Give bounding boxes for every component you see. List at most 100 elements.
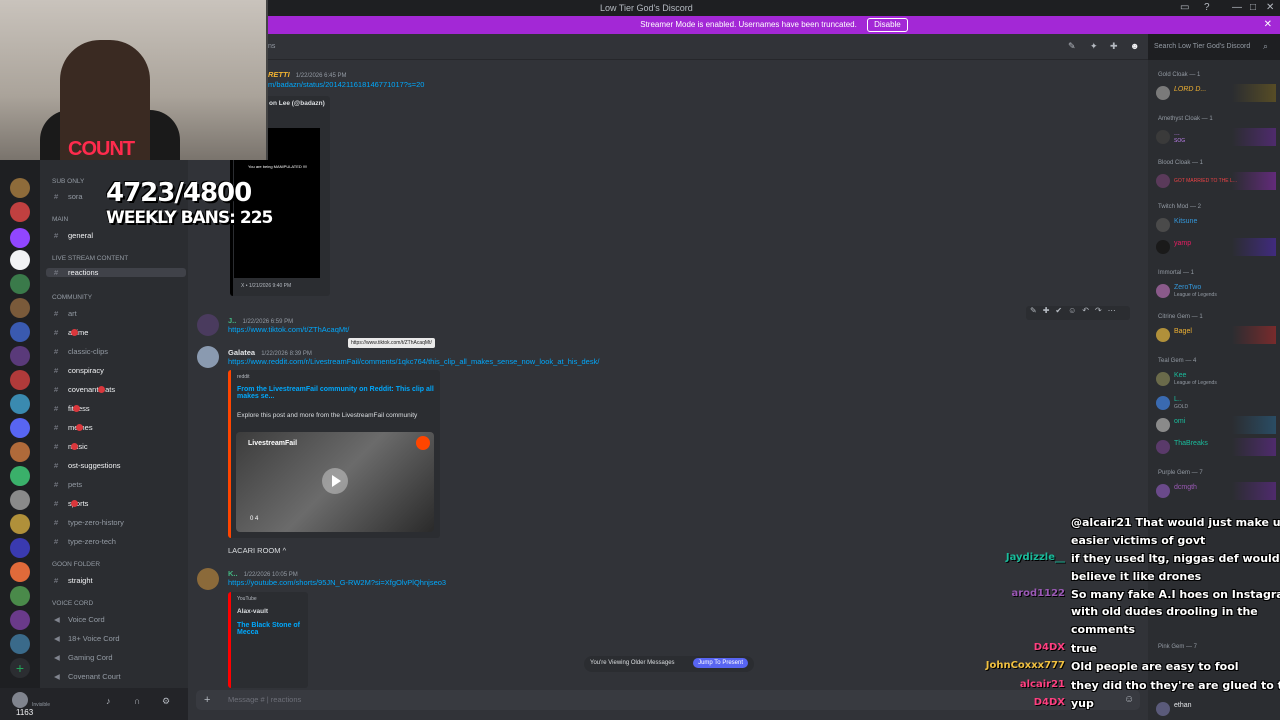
- channel-fitness[interactable]: #fitness: [54, 404, 90, 413]
- category-community[interactable]: COMMUNITY: [52, 294, 92, 301]
- emoji-icon[interactable]: ☺: [1124, 694, 1134, 705]
- server-icon[interactable]: [10, 298, 30, 318]
- member-item[interactable]: dcmgth: [1156, 482, 1276, 500]
- server-icon[interactable]: [10, 418, 30, 438]
- threads-icon[interactable]: ✎: [1068, 41, 1076, 52]
- channel-reactions[interactable]: # reactions: [46, 268, 186, 277]
- message-4-link[interactable]: https://youtube.com/shorts/95JN_G-RW2M?s…: [228, 578, 446, 587]
- channel-classic-clips[interactable]: # classic-clips: [54, 347, 108, 356]
- member-item[interactable]: ThaBreaks: [1156, 438, 1276, 456]
- channel-straight[interactable]: # straight: [54, 576, 93, 585]
- voice-channel[interactable]: ◀ Gaming Cord: [54, 653, 113, 662]
- member-item[interactable]: Bagel: [1156, 326, 1276, 344]
- server-icon[interactable]: [10, 610, 30, 630]
- embed-title-youtube[interactable]: The Black Stone of Mecca: [237, 622, 311, 636]
- server-icon[interactable]: [10, 250, 30, 270]
- member-item[interactable]: ethan: [1156, 700, 1276, 718]
- inbox-icon[interactable]: ▭: [1180, 2, 1189, 13]
- message-3-link[interactable]: https://www.reddit.com/r/LivestreamFail/…: [228, 357, 599, 366]
- server-icon[interactable]: [10, 394, 30, 414]
- server-icon[interactable]: [10, 514, 30, 534]
- pin-icon[interactable]: ✚: [1110, 41, 1118, 52]
- server-icon[interactable]: [10, 228, 30, 248]
- member-item[interactable]: omi: [1156, 416, 1276, 434]
- server-icon[interactable]: [10, 178, 30, 198]
- channel-ost-suggestions[interactable]: # ost-suggestions: [54, 461, 121, 470]
- attach-plus-icon[interactable]: +: [204, 694, 210, 706]
- jump-to-present-button[interactable]: Jump To Present: [693, 658, 748, 668]
- server-icon[interactable]: [10, 322, 30, 342]
- server-icon[interactable]: [10, 466, 30, 486]
- reddit-video-thumbnail[interactable]: LivestreamFail 0 4: [236, 432, 434, 532]
- play-button-icon[interactable]: [322, 468, 348, 494]
- category-voice-cord[interactable]: VOICE CORD: [52, 600, 93, 607]
- category-sub-only[interactable]: SUB ONLY: [52, 178, 84, 185]
- embed-author[interactable]: on Lee (@badazn): [269, 100, 325, 107]
- message-3-avatar[interactable]: [197, 346, 219, 368]
- help-icon[interactable]: ?: [1204, 2, 1210, 13]
- server-icon[interactable]: [10, 442, 30, 462]
- close-window-button[interactable]: ✕: [1266, 2, 1274, 13]
- message-2-avatar[interactable]: [197, 314, 219, 336]
- channel-conspiracy[interactable]: # conspiracy: [54, 366, 104, 375]
- channel-sports[interactable]: # sports: [54, 499, 88, 508]
- maximize-button[interactable]: □: [1250, 2, 1256, 13]
- server-icon[interactable]: [10, 274, 30, 294]
- member-item[interactable]: L.. GOLD: [1156, 394, 1276, 412]
- message-2-author[interactable]: J..: [228, 316, 236, 325]
- message-2-link[interactable]: https://www.tiktok.com/t/ZThAcaqMt/: [228, 325, 349, 334]
- channel-music[interactable]: # music: [54, 442, 88, 451]
- voice-channel[interactable]: ◀ Voice Cord: [54, 615, 105, 624]
- server-icon[interactable]: [10, 202, 30, 222]
- member-item[interactable]: ... SOG: [1156, 128, 1276, 146]
- server-icon[interactable]: [10, 346, 30, 366]
- message-1-link[interactable]: m/badazn/status/2014211618146771017?s=20: [268, 80, 424, 89]
- avatar[interactable]: [12, 692, 28, 708]
- channel-general[interactable]: # general: [54, 231, 93, 240]
- channel-covenant-eats[interactable]: # covenant-eats: [54, 385, 115, 394]
- category-live-stream-content[interactable]: LIVE STREAM CONTENT: [52, 255, 128, 262]
- channel-memes[interactable]: #memes: [54, 423, 93, 432]
- server-icon[interactable]: [10, 370, 30, 390]
- channel-art[interactable]: # art: [54, 309, 77, 318]
- add-server-icon[interactable]: +: [10, 658, 30, 678]
- message-actions-toolbar[interactable]: ✎✚✔☺↶↷⋯: [1026, 306, 1130, 320]
- avatar: [1156, 372, 1170, 386]
- voice-channel[interactable]: ◀ Covenant Court: [54, 672, 121, 681]
- category-main[interactable]: MAIN: [52, 216, 68, 223]
- chat-line: they did tho they're are glued to tik to…: [1071, 679, 1280, 692]
- message-4-avatar[interactable]: [197, 568, 219, 590]
- server-icon[interactable]: [10, 538, 30, 558]
- member-item[interactable]: yamp: [1156, 238, 1276, 256]
- embed-channel[interactable]: Alax-vault: [237, 608, 268, 615]
- disable-streamer-mode-button[interactable]: Disable: [867, 18, 908, 32]
- member-item[interactable]: GOT MARRIED TO THE L...: [1156, 172, 1276, 190]
- member-item[interactable]: LORD D...: [1156, 84, 1276, 102]
- embed-title[interactable]: From the LivestreamFail community on Red…: [237, 386, 437, 400]
- notification-icon[interactable]: ✦: [1090, 41, 1098, 52]
- member-list-icon[interactable]: ☻: [1130, 41, 1139, 51]
- minimize-button[interactable]: —: [1232, 2, 1242, 13]
- server-icon[interactable]: [10, 634, 30, 654]
- member-item[interactable]: ZeroTwo League of Legends: [1156, 282, 1276, 300]
- server-icon[interactable]: [10, 562, 30, 582]
- search-input[interactable]: Search Low Tier God's Discord: [1150, 40, 1276, 54]
- channel-sora[interactable]: # sora: [54, 192, 83, 201]
- settings-gear-icon[interactable]: ⚙: [162, 696, 170, 707]
- message-4-author[interactable]: K..: [228, 569, 238, 578]
- close-banner-icon[interactable]: ✕: [1264, 16, 1272, 34]
- channel-anime[interactable]: # anime: [54, 328, 88, 337]
- member-item[interactable]: Kee League of Legends: [1156, 370, 1276, 388]
- voice-channel[interactable]: ◀ 18+ Voice Cord: [54, 634, 120, 643]
- channel-type-zero-tech[interactable]: # type-zero-tech: [54, 537, 116, 546]
- category-goon-folder[interactable]: GOON FOLDER: [52, 561, 100, 568]
- headphones-icon[interactable]: ∩: [134, 696, 140, 706]
- member-item[interactable]: Kitsune: [1156, 216, 1276, 234]
- server-icon[interactable]: [10, 586, 30, 606]
- message-3-author[interactable]: Galatea: [228, 348, 255, 357]
- server-icon[interactable]: [10, 490, 30, 510]
- channel-pets[interactable]: # pets: [54, 480, 82, 489]
- channel-type-zero-history[interactable]: # type-zero-history: [54, 518, 124, 527]
- mic-icon[interactable]: ♪: [106, 696, 111, 706]
- avatar: [1156, 174, 1170, 188]
